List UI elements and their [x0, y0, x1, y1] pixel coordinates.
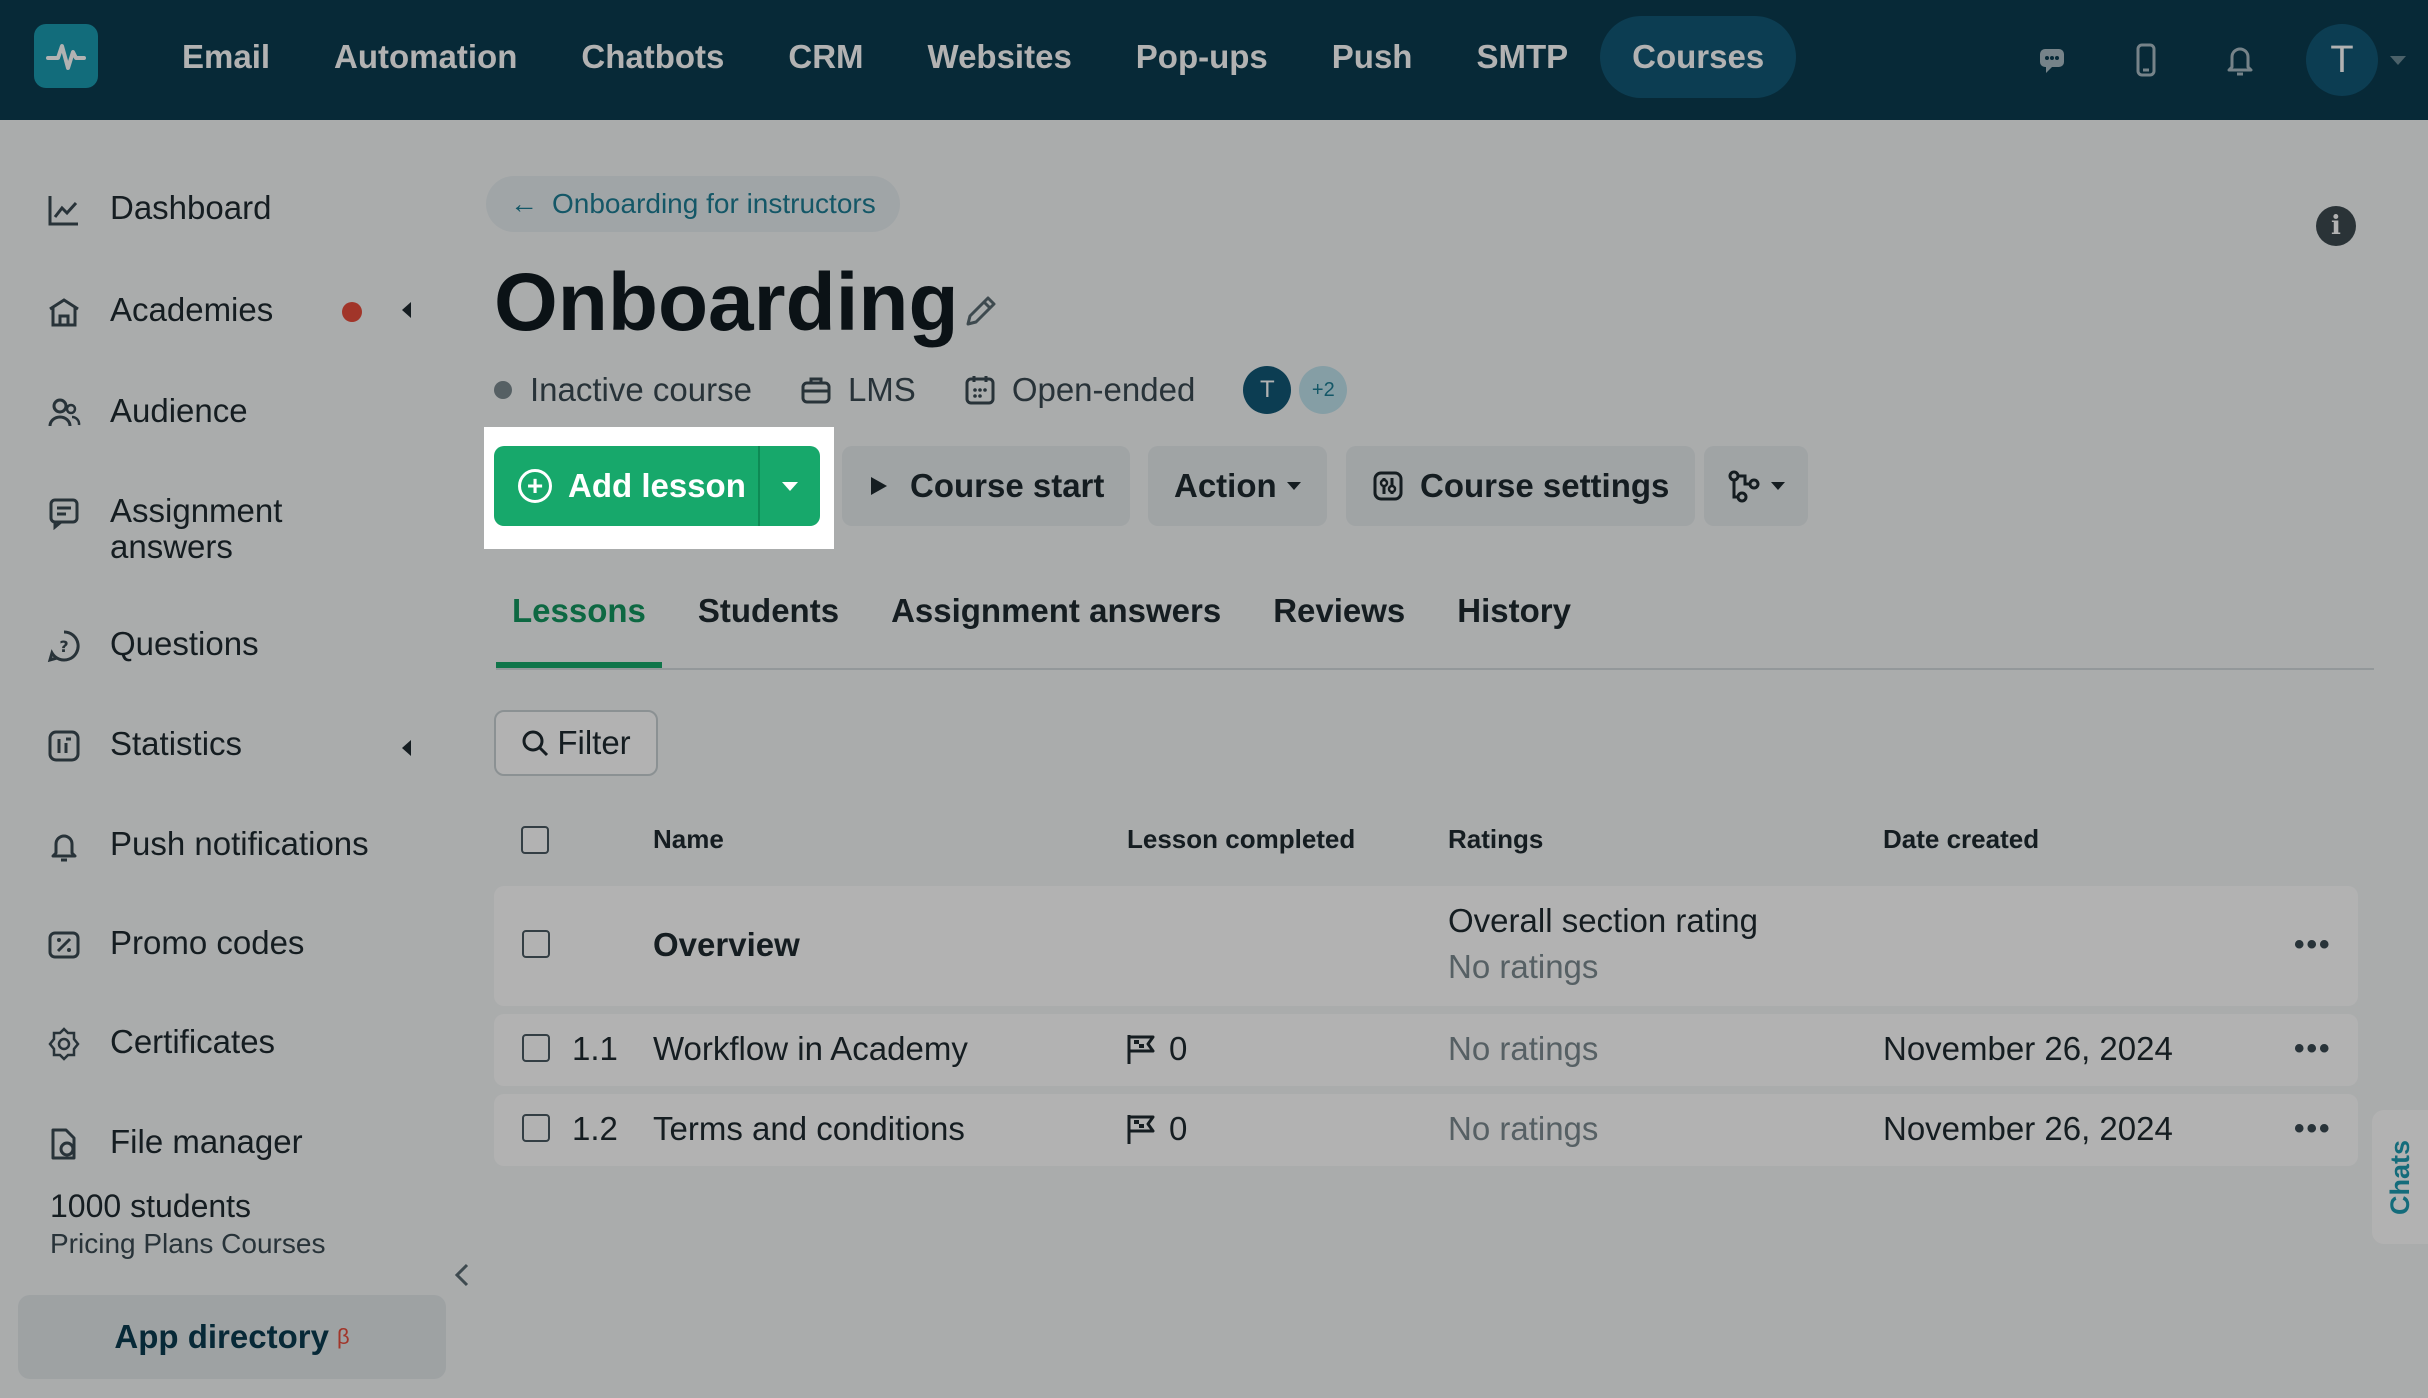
dim-overlay — [0, 0, 2428, 427]
plus-circle-icon: + — [518, 469, 552, 503]
add-lesson-label: Add lesson — [568, 467, 746, 504]
chevron-down-icon — [782, 481, 798, 491]
add-lesson-button-group: + Add lesson — [494, 446, 820, 526]
dim-overlay — [0, 549, 2428, 1398]
add-lesson-dropdown-button[interactable] — [760, 446, 820, 526]
dim-overlay — [0, 427, 484, 549]
dim-overlay — [834, 427, 2428, 549]
add-lesson-button[interactable]: + Add lesson — [494, 446, 760, 526]
